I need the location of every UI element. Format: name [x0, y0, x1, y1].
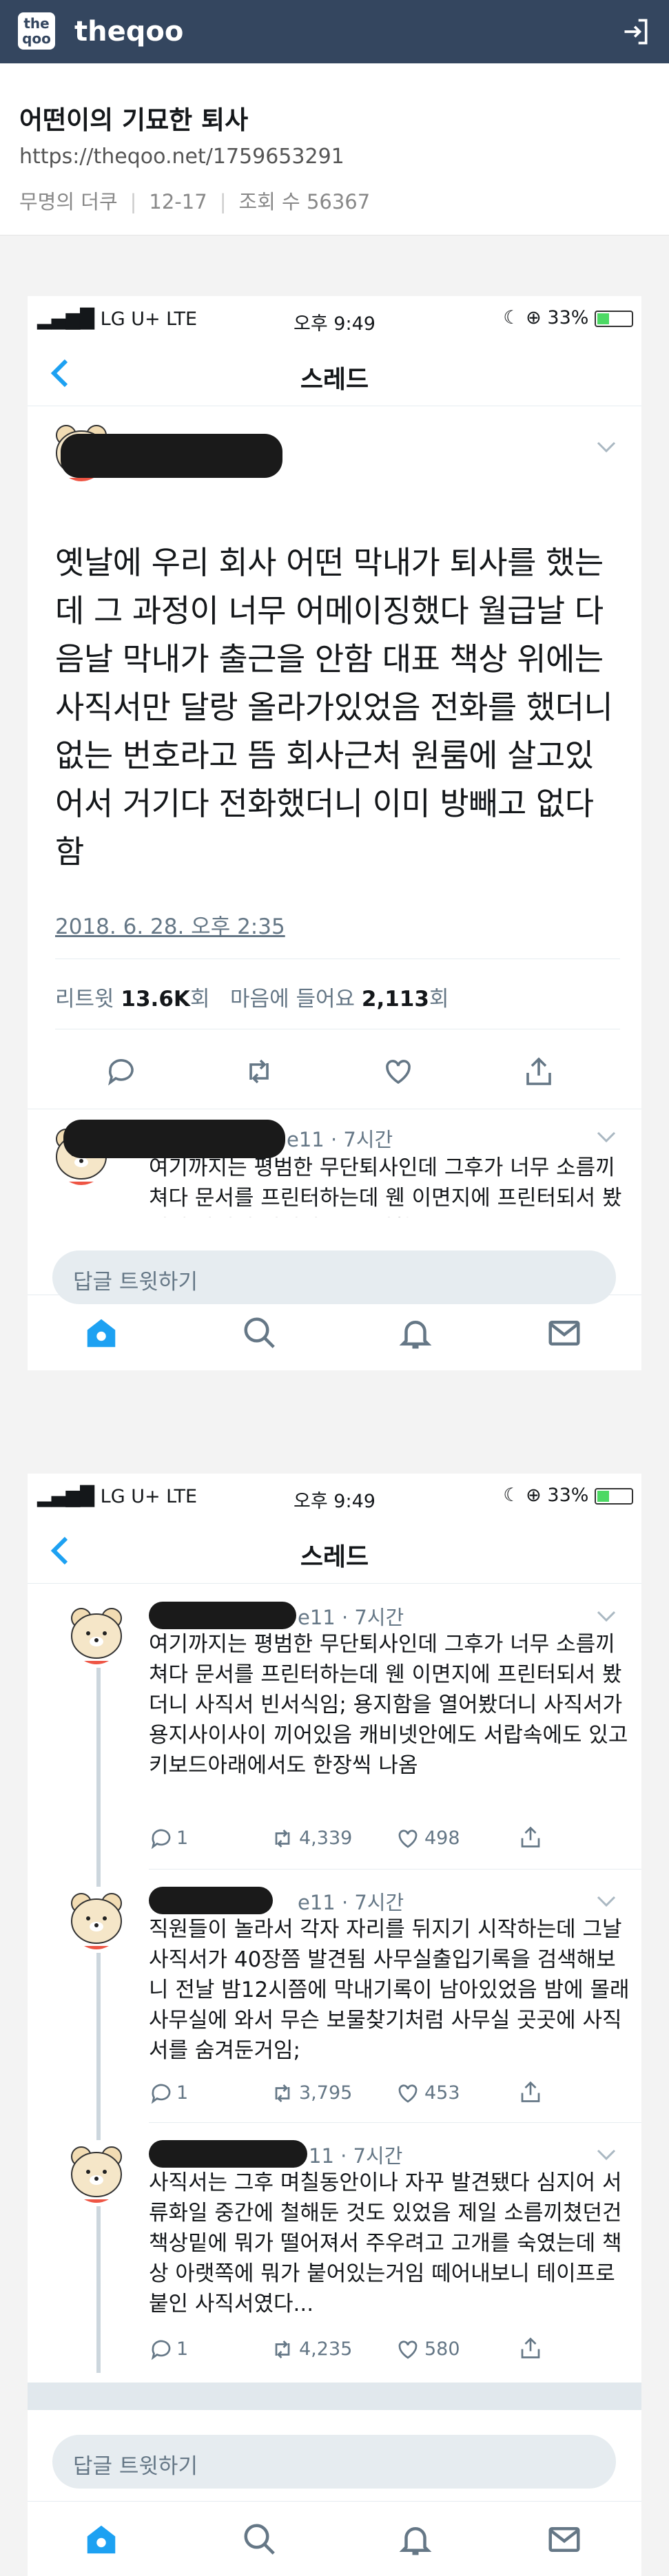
post-meta: 무명의 더쿠 | 12-17 | 조회 수 56367: [19, 190, 371, 213]
reply-meta: e11 · 7시간: [298, 1891, 404, 1914]
reply-icon[interactable]: [149, 2337, 174, 2362]
brand-name[interactable]: theqoo: [74, 12, 183, 51]
retweet-label: 리트윗: [55, 987, 114, 1012]
post-author: 무명의 더쿠: [19, 190, 118, 213]
battery-icon: [595, 310, 633, 327]
nav-title: 스레드: [300, 366, 369, 394]
reply-text: 직원들이 놀라서 각자 자리를 뒤지기 시작하는데 그날 사직서가 40장쯤 발…: [149, 1917, 630, 2063]
chevron-down-icon[interactable]: [597, 2148, 616, 2161]
thread-navbar: 스레드: [28, 340, 641, 406]
reply-avatar[interactable]: [63, 1602, 130, 1668]
reply-meta: 11 · 7시간: [309, 2144, 403, 2168]
reply-icon[interactable]: [149, 2081, 174, 2106]
reply-text: 여기까지는 평범한 무단퇴사인데 그후가 너무 소름끼쳐다 문서를 프린터하는데…: [149, 1155, 622, 1217]
reply-compose-input[interactable]: 답글 트윗하기: [52, 2435, 616, 2489]
battery-percent: 33%: [547, 1485, 589, 1506]
notifications-bell-icon[interactable]: [397, 1315, 434, 1352]
main-tweet-text: 옛날에 우리 회사 어떤 막내가 퇴사를 했는데 그 과정이 너무 어메이징했다…: [55, 544, 613, 870]
retweet-count: 3,795: [299, 2082, 353, 2104]
tab-bar: [28, 1295, 641, 1370]
app-header: the qoo theqoo: [0, 0, 669, 63]
theqoo-logo[interactable]: the qoo: [18, 12, 55, 50]
share-icon[interactable]: [522, 1055, 555, 1088]
moon-icon: ☾: [503, 1485, 520, 1506]
like-count: 580: [424, 2338, 460, 2360]
post-header: 어떤이의 기묘한 퇴사 https://theqoo.net/175965329…: [0, 63, 669, 235]
chevron-down-icon[interactable]: [597, 1895, 616, 1907]
status-bar: ▂▄▆█ LG U+ LTE 오후 9:49 ☾ ⊕ 33%: [28, 296, 641, 340]
search-icon[interactable]: [241, 1315, 278, 1352]
chevron-down-icon[interactable]: [597, 1131, 616, 1143]
search-icon[interactable]: [241, 2521, 278, 2558]
retweet-count: 4,235: [299, 2338, 353, 2360]
post-date: 12-17: [149, 190, 207, 213]
lock-rotation-icon: ⊕: [526, 307, 542, 328]
twitter-screenshot-2: ▂▄▆█ LG U+ LTE 오후 9:49 ☾ ⊕ 33% 스레드 e11 ·…: [28, 1474, 641, 2576]
reply-meta: e11 · 7시간: [287, 1128, 393, 1151]
tweet-stats: 리트윗 13.6K회 마음에 들어요 2,113회: [55, 981, 449, 1012]
tweet-timestamp[interactable]: 2018. 6. 28. 오후 2:35: [55, 909, 285, 940]
retweet-icon[interactable]: [243, 1055, 276, 1088]
divider: [149, 2122, 641, 2123]
reply-count: 1: [176, 2082, 189, 2104]
like-heart-icon[interactable]: [395, 2081, 420, 2106]
reply-meta: e11 · 7시간: [298, 1606, 404, 1629]
divider: [149, 1869, 641, 1870]
like-unit: 회: [429, 987, 449, 1012]
retweet-icon[interactable]: [270, 1826, 295, 1851]
reply-count: 1: [176, 1828, 189, 1849]
reply-icon[interactable]: [149, 1826, 174, 1851]
moon-icon: ☾: [503, 307, 520, 328]
post-title: 어떤이의 기묘한 퇴사: [19, 105, 249, 135]
chevron-down-icon[interactable]: [597, 441, 616, 453]
reply-count: 1: [176, 2338, 189, 2360]
reply-text: 여기까지는 평범한 무단퇴사인데 그후가 너무 소름끼쳐다 문서를 프린터하는데…: [149, 1632, 628, 1778]
retweet-icon[interactable]: [270, 2337, 295, 2362]
battery-percent: 33%: [547, 307, 589, 328]
reply-text: 사직서는 그후 며칠동안이나 자꾸 발견됐다 심지어 서류화일 중간에 철해둔 …: [149, 2170, 622, 2316]
redacted-username: [149, 1887, 273, 1914]
share-icon[interactable]: [518, 2336, 543, 2360]
home-icon[interactable]: [83, 1315, 120, 1352]
like-heart-icon[interactable]: [395, 1826, 420, 1851]
share-icon[interactable]: [518, 2080, 543, 2104]
like-count: 498: [424, 1828, 460, 1849]
redacted-username: [149, 1602, 296, 1629]
tab-bar: [28, 2501, 641, 2576]
retweet-icon[interactable]: [270, 2081, 295, 2106]
like-heart-icon[interactable]: [382, 1055, 415, 1088]
nav-title: 스레드: [300, 1543, 369, 1571]
redacted-username: [61, 434, 282, 478]
like-label: 마음에 들어요: [230, 987, 356, 1012]
like-count[interactable]: 2,113: [362, 987, 429, 1012]
thread-navbar: 스레드: [28, 1518, 641, 1584]
share-icon[interactable]: [518, 1825, 543, 1850]
retweet-unit: 회: [189, 987, 210, 1012]
post-url[interactable]: https://theqoo.net/1759653291: [19, 145, 344, 169]
thread-connector-line: [96, 1643, 101, 2373]
like-heart-icon[interactable]: [395, 2337, 420, 2362]
notifications-bell-icon[interactable]: [397, 2521, 434, 2558]
home-icon[interactable]: [83, 2521, 120, 2558]
lock-rotation-icon: ⊕: [526, 1485, 542, 1506]
messages-mail-icon[interactable]: [546, 1315, 583, 1352]
like-count: 453: [424, 2082, 460, 2104]
battery-icon: [595, 1487, 633, 1505]
thread-end-band: [28, 2383, 641, 2410]
post-views: 조회 수 56367: [238, 190, 371, 213]
twitter-screenshot-1: ▂▄▆█ LG U+ LTE 오후 9:49 ☾ ⊕ 33% 스레드 옛날에 우…: [28, 296, 641, 1370]
status-bar: ▂▄▆█ LG U+ LTE 오후 9:49 ☾ ⊕ 33%: [28, 1474, 641, 1518]
redacted-username: [149, 2140, 307, 2168]
reply-avatar[interactable]: [63, 1887, 130, 1953]
chevron-down-icon[interactable]: [597, 1610, 616, 1622]
retweet-count: 4,339: [299, 1828, 353, 1849]
reply-avatar[interactable]: [63, 2140, 130, 2206]
retweet-count[interactable]: 13.6K: [121, 987, 190, 1012]
login-icon[interactable]: [621, 17, 651, 47]
messages-mail-icon[interactable]: [546, 2521, 583, 2558]
reply-icon[interactable]: [105, 1055, 138, 1088]
